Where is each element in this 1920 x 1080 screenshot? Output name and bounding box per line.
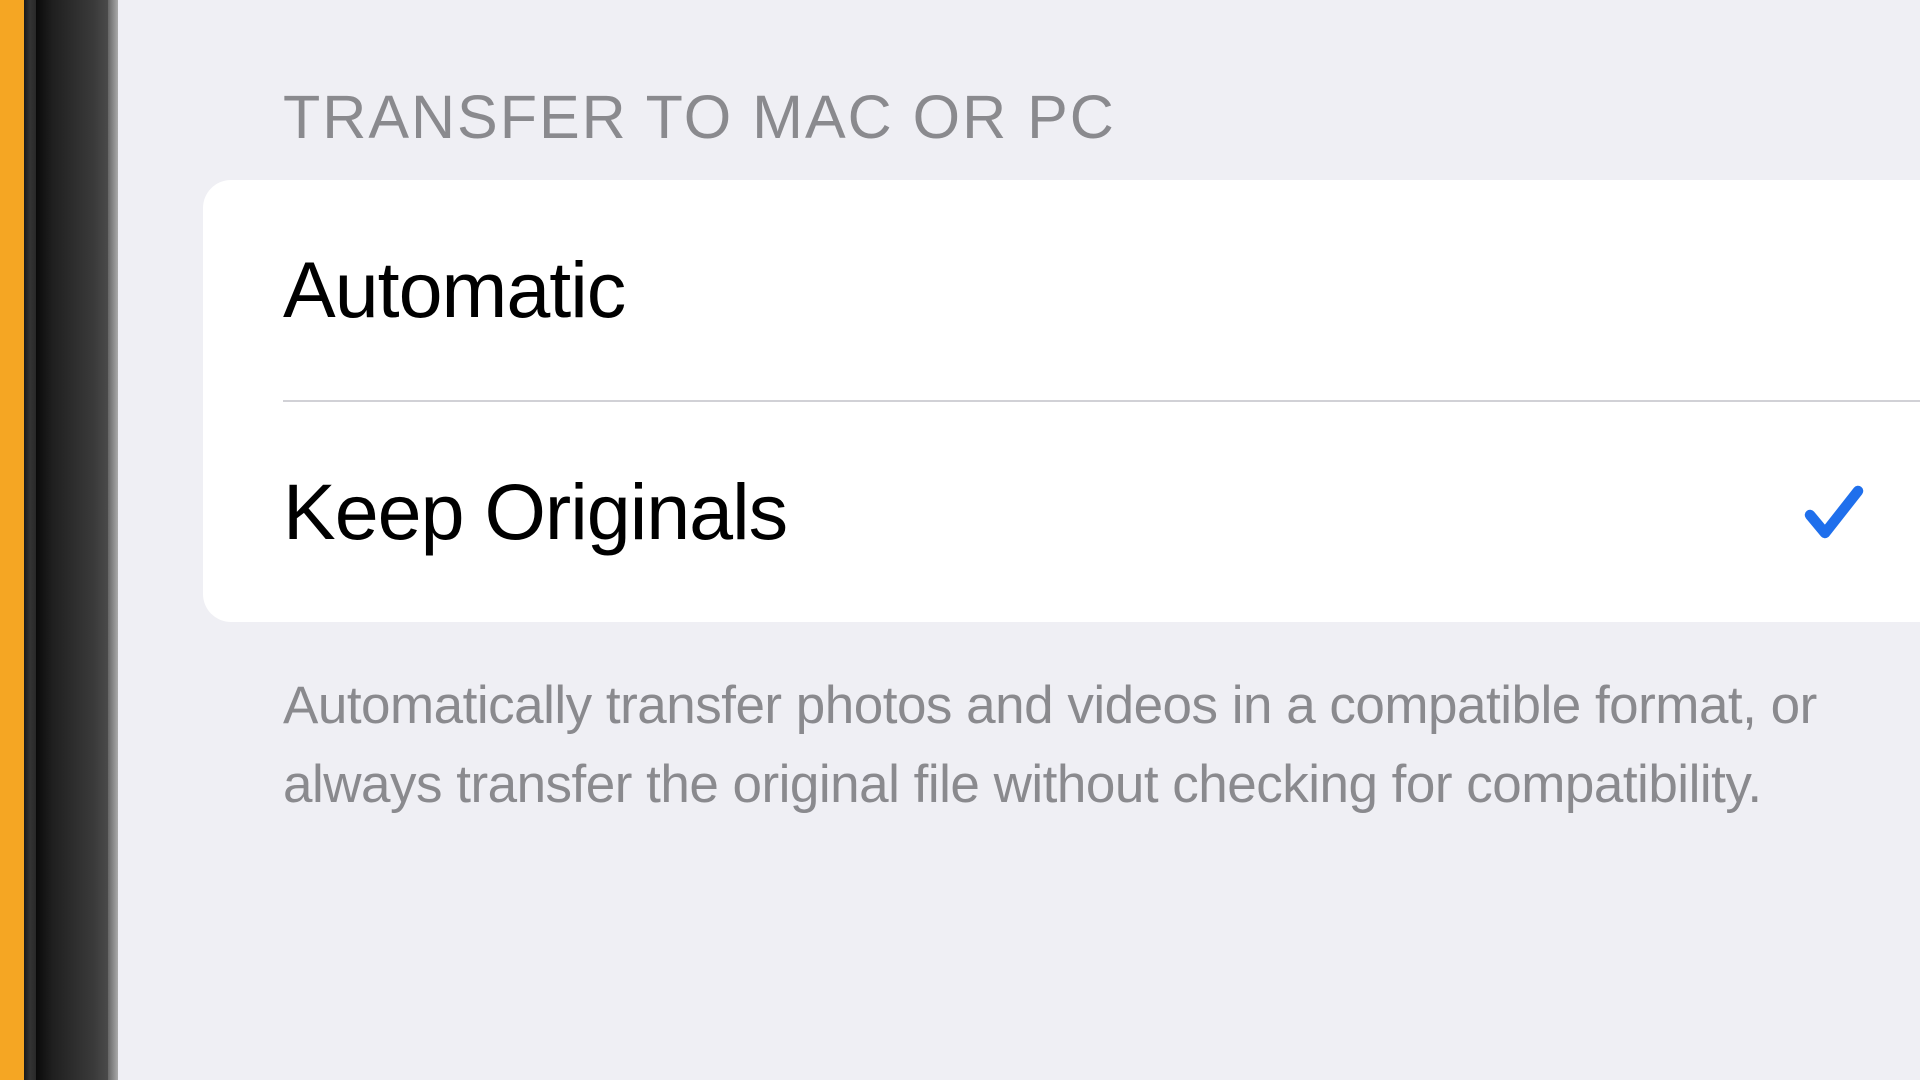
checkmark-icon xyxy=(1798,476,1870,548)
device-bezel xyxy=(0,0,118,1080)
device-frame-accent xyxy=(0,0,36,1080)
settings-content: TRANSFER TO MAC OR PC Automatic Keep Ori… xyxy=(118,0,1920,1080)
option-automatic[interactable]: Automatic xyxy=(203,180,1920,400)
section-header-transfer: TRANSFER TO MAC OR PC xyxy=(118,0,1920,180)
settings-group-transfer: Automatic Keep Originals xyxy=(203,180,1920,622)
section-footer-text: Automatically transfer photos and videos… xyxy=(118,622,1920,825)
device-bezel-dark xyxy=(36,0,118,1080)
option-label-keep-originals: Keep Originals xyxy=(283,466,787,558)
option-keep-originals[interactable]: Keep Originals xyxy=(203,402,1920,622)
device-bezel-edge xyxy=(108,0,118,1080)
option-label-automatic: Automatic xyxy=(283,244,625,336)
